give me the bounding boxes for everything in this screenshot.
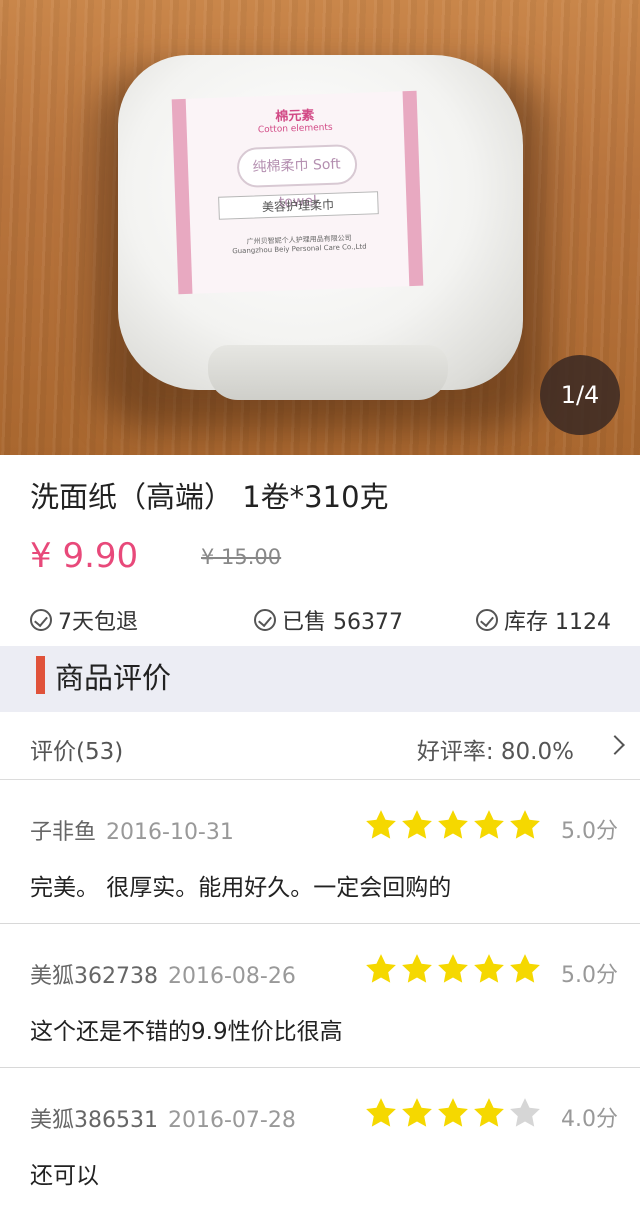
- review-user: 美狐386531 2016-07-28: [30, 1102, 296, 1134]
- reviews-section-header: 商品评价: [0, 646, 640, 712]
- review-date: 2016-10-31: [106, 820, 234, 845]
- feature-label: 已售 56377: [282, 610, 403, 635]
- package-maker: 广州贝智妮个人护理用品有限公司 Guangzhou Beiy Personal …: [191, 231, 408, 257]
- star-rating: [364, 952, 544, 986]
- product-title: 洗面纸（高端） 1卷*310克: [30, 480, 389, 514]
- product-price: ¥ 9.90: [30, 536, 139, 576]
- review-item: 子非鱼 2016-10-31 5.0分 完美。 很厚实。能用好久。一定会回购的: [0, 780, 640, 924]
- review-date: 2016-08-26: [167, 964, 296, 989]
- review-score: 4.0分: [561, 1107, 618, 1132]
- package-label: 棉元素 Cotton elements 纯棉柔巾 Soft towel 美容护理…: [171, 90, 424, 295]
- star-filled-icon: [438, 1098, 468, 1127]
- review-user: 美狐362738 2016-08-26: [30, 958, 296, 990]
- star-filled-icon: [510, 954, 540, 983]
- review-date: 2016-07-28: [167, 1108, 296, 1133]
- star-rating: [364, 808, 544, 842]
- feature-stock: 库存 1124: [476, 604, 611, 636]
- star-filled-icon: [474, 1098, 504, 1127]
- star-filled-icon: [438, 954, 468, 983]
- star-rating: [364, 1096, 544, 1130]
- review-score: 5.0分: [561, 819, 618, 844]
- gallery-page-indicator: 1/4: [540, 355, 620, 435]
- review-item: 美狐386531 2016-07-28 4.0分 还可以: [0, 1068, 640, 1210]
- star-filled-icon: [474, 954, 504, 983]
- star-filled-icon: [366, 954, 396, 983]
- check-circle-icon: [476, 609, 498, 631]
- star-filled-icon: [402, 1098, 432, 1127]
- feature-label: 库存 1124: [504, 610, 611, 635]
- feature-return: 7天包退: [30, 604, 138, 636]
- star-filled-icon: [510, 810, 540, 839]
- wrapper-fold: [208, 345, 448, 400]
- star-filled-icon: [438, 810, 468, 839]
- review-count: 评价(53): [30, 739, 124, 765]
- star-filled-icon: [366, 810, 396, 839]
- positive-rate: 好评率: 80.0%: [416, 739, 574, 765]
- check-circle-icon: [30, 609, 52, 631]
- package-product-name: 纯棉柔巾 Soft towel: [235, 143, 358, 211]
- section-title: 商品评价: [55, 661, 172, 695]
- service-features: 7天包退 已售 56377 库存 1124: [0, 604, 640, 638]
- original-price: ¥ 15.00: [201, 545, 282, 569]
- reviews-summary-row[interactable]: 评价(53) 好评率: 80.0%: [0, 712, 640, 780]
- reviewer-name: 子非鱼: [30, 820, 97, 845]
- review-text: 这个还是不错的9.9性价比很高: [30, 1019, 343, 1045]
- reviewer-name: 美狐386531: [30, 1108, 158, 1133]
- product-image-gallery[interactable]: 棉元素 Cotton elements 纯棉柔巾 Soft towel 美容护理…: [0, 0, 640, 455]
- section-accent-bar: [36, 656, 45, 694]
- check-circle-icon: [254, 609, 276, 631]
- review-text: 还可以: [30, 1163, 99, 1189]
- feature-sold: 已售 56377: [254, 604, 403, 636]
- review-score: 5.0分: [561, 963, 618, 988]
- star-filled-icon: [402, 954, 432, 983]
- package-product-cn: 纯棉柔巾: [252, 157, 309, 176]
- star-filled-icon: [402, 810, 432, 839]
- star-filled-icon: [366, 1098, 396, 1127]
- feature-label: 7天包退: [58, 610, 138, 635]
- review-text: 完美。 很厚实。能用好久。一定会回购的: [30, 875, 452, 901]
- reviewer-name: 美狐362738: [30, 964, 158, 989]
- review-user: 子非鱼 2016-10-31: [30, 814, 234, 846]
- star-filled-icon: [474, 810, 504, 839]
- review-item: 美狐362738 2016-08-26 5.0分 这个还是不错的9.9性价比很高: [0, 924, 640, 1068]
- star-empty-icon: [510, 1098, 540, 1127]
- chevron-right-icon[interactable]: [605, 735, 625, 755]
